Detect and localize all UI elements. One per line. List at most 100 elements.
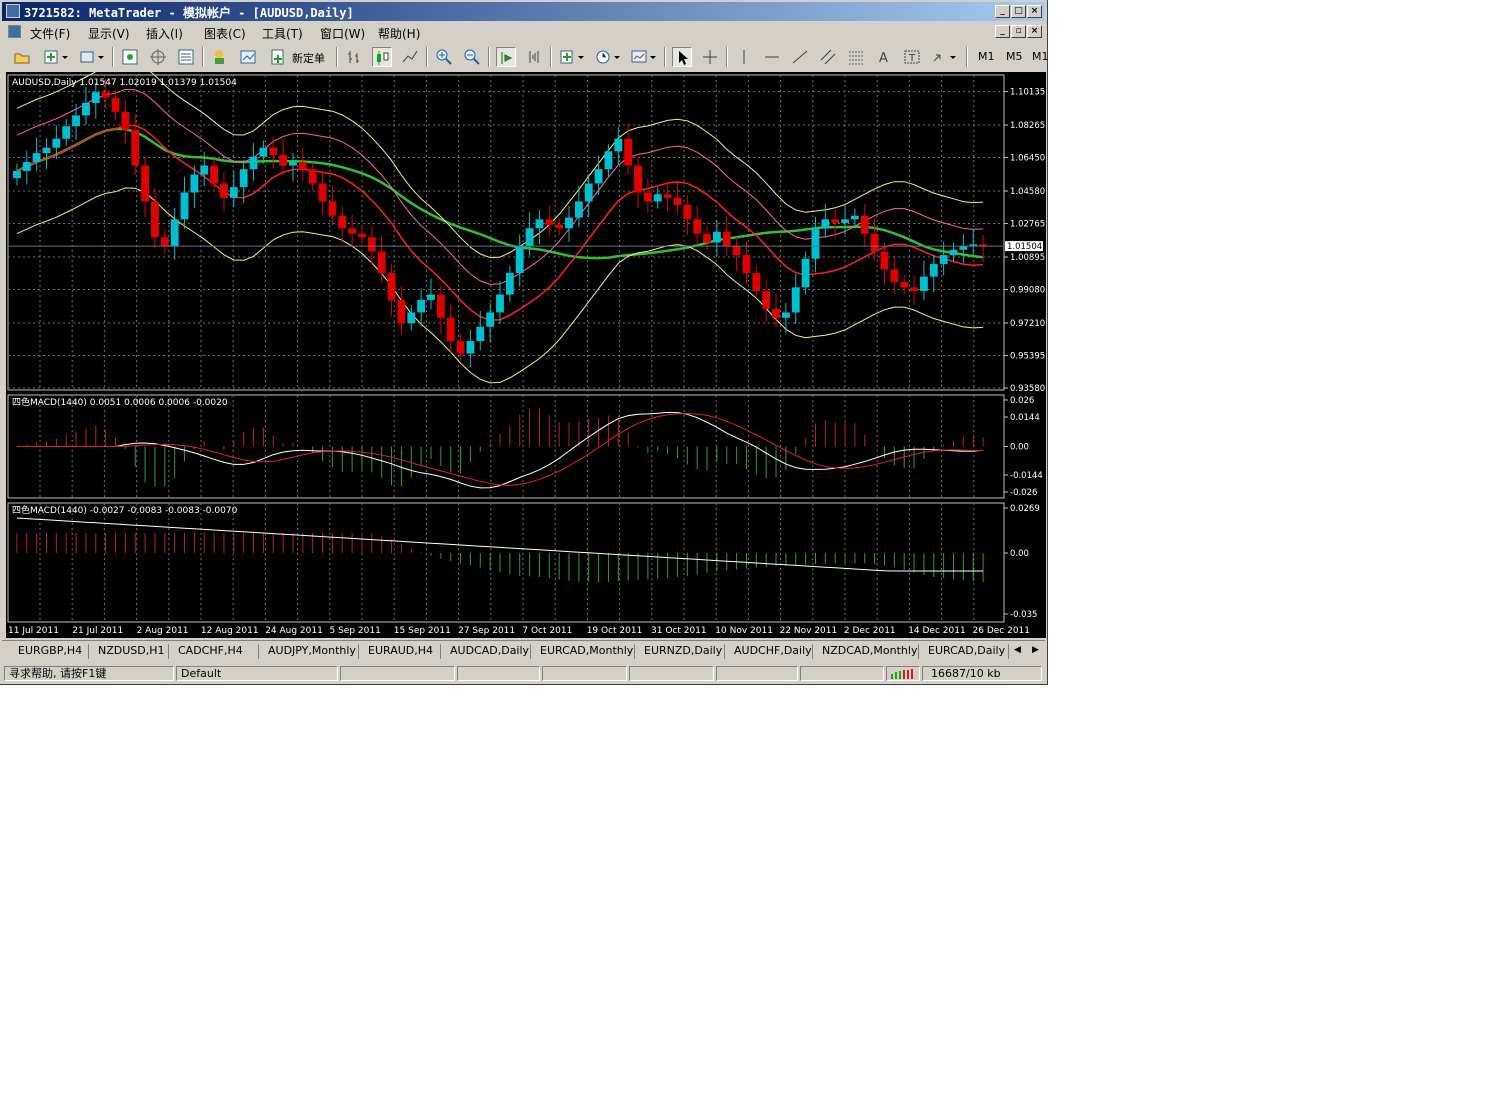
tab-audchf-daily[interactable]: AUDCHF,Daily xyxy=(734,644,812,657)
tab-audjpy-monthly[interactable]: AUDJPY,Monthly xyxy=(268,644,356,657)
candle-body xyxy=(762,290,771,309)
zoom-out-icon[interactable] xyxy=(462,47,482,67)
text-icon[interactable]: A xyxy=(874,47,894,67)
title-bar[interactable]: 3721582: MetaTrader - 模拟帐户 - [AUDUSD,Dai… xyxy=(2,2,1045,21)
chart-tabs-bar: ◀ ▶ EURGBP,H4 NZDUSD,H1 CADCHF,H4 AUDJPY,Mo… xyxy=(2,640,1045,663)
tab-scroll-left-icon[interactable]: ◀ xyxy=(1014,645,1021,655)
timeframe-m1[interactable]: M1 xyxy=(978,50,995,63)
zoom-in-icon[interactable] xyxy=(434,47,454,67)
profiles-icon[interactable] xyxy=(78,47,104,67)
macd1-signal xyxy=(16,412,984,486)
market-watch-icon[interactable] xyxy=(120,47,140,67)
candle-body xyxy=(269,147,278,155)
candle-body xyxy=(141,165,150,202)
trend-line-icon[interactable] xyxy=(790,47,810,67)
menu-charts[interactable]: 图表(C) xyxy=(204,25,246,42)
tab-eurcad-monthly[interactable]: EURCAD,Monthly xyxy=(540,644,633,657)
toolbar-separator xyxy=(112,47,114,67)
candle-body xyxy=(170,219,179,247)
tab-audcad-daily[interactable]: AUDCAD,Daily xyxy=(450,644,529,657)
tab-euraud-h4[interactable]: EURAUD,H4 xyxy=(368,644,433,657)
price-tick-label: 1.08265 xyxy=(1010,121,1045,131)
candle-body xyxy=(298,162,307,170)
tab-nzdusd-h1[interactable]: NZDUSD,H1 xyxy=(98,644,165,657)
tab-eurnzd-daily[interactable]: EURNZD,Daily xyxy=(644,644,722,657)
toolbar-separator xyxy=(336,47,338,67)
cursor-icon[interactable] xyxy=(672,47,692,67)
candle-body xyxy=(752,273,761,291)
chart-shift-icon[interactable] xyxy=(524,47,544,67)
child-close-button[interactable]: × xyxy=(1027,25,1042,38)
timeframe-m5[interactable]: M5 xyxy=(1006,50,1023,63)
date-tick-label: 12 Aug 2011 xyxy=(201,626,259,636)
tab-divider xyxy=(634,644,635,659)
menu-bar: 文件(F) 显示(V) 插入(I) 图表(C) 工具(T) 窗口(W) 帮助(H… xyxy=(2,22,1045,41)
periods-clock-icon[interactable] xyxy=(594,47,620,67)
templates-icon[interactable] xyxy=(630,47,656,67)
candle-body xyxy=(279,154,288,166)
arrows-icon[interactable] xyxy=(930,47,956,67)
candle-body xyxy=(949,249,958,256)
tab-divider xyxy=(1008,644,1009,659)
fibonacci-icon[interactable] xyxy=(846,47,866,67)
menu-file[interactable]: 文件(F) xyxy=(30,25,70,42)
close-button[interactable]: × xyxy=(1027,5,1042,18)
indicators-icon[interactable] xyxy=(558,47,584,67)
strategy-tester-icon[interactable] xyxy=(238,47,258,67)
new-chart-icon[interactable] xyxy=(42,47,68,67)
toolbar-separator xyxy=(426,47,428,67)
auto-scroll-icon[interactable] xyxy=(496,47,516,67)
menu-tools[interactable]: 工具(T) xyxy=(262,25,303,42)
expert-advisors-icon[interactable] xyxy=(210,47,230,67)
status-blank-1 xyxy=(340,666,455,681)
tab-cadchf-h4[interactable]: CADCHF,H4 xyxy=(178,644,243,657)
vertical-line-icon[interactable] xyxy=(734,47,754,67)
maximize-button[interactable]: □ xyxy=(1011,5,1026,18)
status-blank-4 xyxy=(629,666,714,681)
tab-nzdcad-monthly[interactable]: NZDCAD,Monthly xyxy=(822,644,917,657)
price-tick-label: 0.95395 xyxy=(1010,352,1045,362)
child-minimize-button[interactable]: _ xyxy=(995,25,1010,38)
menu-window[interactable]: 窗口(W) xyxy=(320,25,365,42)
timeframe-m15[interactable]: M1 xyxy=(1032,50,1049,63)
menu-help[interactable]: 帮助(H) xyxy=(378,25,420,42)
text-label-icon[interactable]: T xyxy=(902,47,922,67)
candle-body xyxy=(624,138,633,166)
document-icon[interactable] xyxy=(8,25,21,38)
candle-body xyxy=(407,312,416,324)
date-tick-label: 11 Jul 2011 xyxy=(8,626,59,636)
candle-body xyxy=(289,162,297,166)
candle-body xyxy=(505,273,514,295)
equidistant-channel-icon[interactable] xyxy=(818,47,838,67)
new-order-icon[interactable] xyxy=(268,47,288,67)
date-tick-label: 2 Dec 2011 xyxy=(844,626,896,636)
price-tick-label: 1.06450 xyxy=(1010,154,1045,164)
candle-body xyxy=(565,217,573,229)
chart-canvas[interactable]: 1.10135 1.08265 1.06450 1.04580 1.02765 1.008… xyxy=(6,62,1046,638)
terminal-icon[interactable] xyxy=(176,47,196,67)
tab-eurcad-daily[interactable]: EURCAD,Daily xyxy=(928,644,1005,657)
candlestick-chart-icon[interactable] xyxy=(372,47,392,67)
bar-chart-icon[interactable] xyxy=(344,47,364,67)
minimize-button[interactable]: _ xyxy=(995,5,1010,18)
candle-body xyxy=(249,156,258,170)
menu-view[interactable]: 显示(V) xyxy=(88,25,130,42)
candle-body xyxy=(52,138,61,148)
candle-body xyxy=(614,138,623,152)
menu-insert[interactable]: 插入(I) xyxy=(146,25,183,42)
crosshair-icon[interactable] xyxy=(700,47,720,67)
new-order-button[interactable]: 新定单 xyxy=(292,50,325,66)
chart-area[interactable]: 1.10135 1.08265 1.06450 1.04580 1.02765 1.008… xyxy=(6,62,1046,638)
current-price-label: 1.01504 xyxy=(1007,242,1042,252)
open-folder-icon[interactable] xyxy=(12,47,32,67)
toolbar-separator xyxy=(664,47,666,67)
navigator-icon[interactable] xyxy=(148,47,168,67)
date-tick-label: 27 Sep 2011 xyxy=(458,626,515,636)
tab-eurgbp-h4[interactable]: EURGBP,H4 xyxy=(18,644,82,657)
tab-scroll-right-icon[interactable]: ▶ xyxy=(1032,645,1039,655)
horizontal-line-icon[interactable] xyxy=(762,47,782,67)
price-tick-label: 1.10135 xyxy=(1010,88,1045,98)
tab-divider xyxy=(258,644,259,659)
child-restore-button[interactable]: ▫ xyxy=(1011,25,1026,38)
line-chart-icon[interactable] xyxy=(400,47,420,67)
